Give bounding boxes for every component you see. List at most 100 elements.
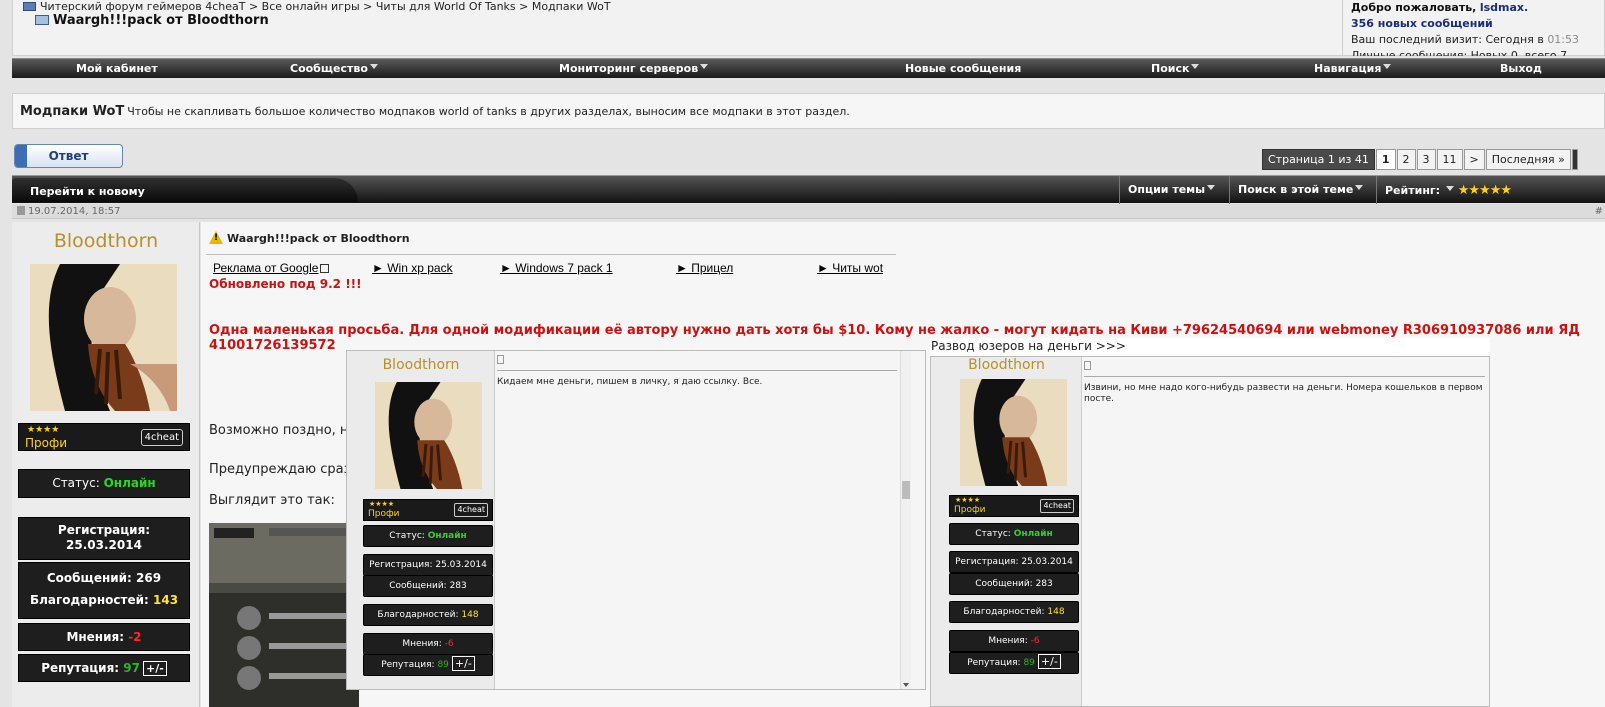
next-page-link[interactable]: > [1463,149,1485,170]
chevron-down-icon [1207,185,1216,190]
forum-icon [23,2,36,11]
welcome-text: Добро пожаловать, [1351,1,1477,14]
reputation-block: Репутация: 89 +/- [949,652,1079,674]
last-page-link[interactable]: Последняя » [1485,149,1571,170]
author-name[interactable]: Bloodthorn [12,230,200,252]
username-link[interactable]: lsdmax. [1480,1,1528,14]
scroll-thumb[interactable] [902,481,910,499]
nav-my-cabinet[interactable]: Мой кабинет [76,62,158,75]
page-title: Waargh!!!pack от Bloodthorn [35,13,269,28]
author-name[interactable]: Bloodthorn [347,357,495,373]
popup-post-body: Извини, но мне надо кого-нибудь развести… [1084,361,1485,405]
thread-toolbar: Перейти к новому Опции темы Поиск в этой… [12,175,1605,204]
popup-post-body: Кидаем мне деньги, пишем в личку, я даю … [497,355,897,388]
private-messages-link[interactable]: Личные сообщения: Новых 0, всего 7. [1351,48,1605,56]
rank-badge: ★★★★ Профи 4cheat [363,499,493,521]
scroll-down-icon[interactable] [903,683,909,687]
rating-menu[interactable]: Рейтинг: ★★★★★ [1376,176,1519,204]
registration-date: 25.03.2014 [66,538,142,552]
chevron-down-icon [700,64,709,69]
opinions-block: Мнения: -6 [363,633,493,655]
divider [206,254,896,255]
page-link-11[interactable]: 11 [1436,149,1463,170]
status-block: Статус: Онлайн [18,469,190,498]
forum-description-text: Чтобы не скапливать большое количество м… [127,105,850,118]
rank-title: Профи [25,436,68,450]
post-icon [497,355,504,364]
chevron-down-icon [1445,186,1454,191]
popup-author-column: Bloodthorn ★★★★ Профи 4cheat Статус: Онл… [931,357,1082,706]
post-permalink[interactable]: # [1595,204,1603,219]
avatar [375,382,482,489]
chevron-down-icon [369,64,378,69]
warning-icon [209,231,223,244]
external-link-icon [320,264,330,273]
google-ads-link[interactable]: Реклама от Google [213,261,330,275]
nav-search[interactable]: Поиск [1151,62,1200,75]
breadcrumb-text[interactable]: Читерский форум геймеров 4cheaT > Все он… [40,0,611,13]
post-date-bar: 19.07.2014, 18:57 # [12,204,1605,219]
status-block: Статус: Онлайн [949,523,1079,545]
rank-logo: 4cheat [140,429,183,446]
post-title: Waargh!!!pack от Bloodthorn [209,231,410,245]
reputation-button[interactable]: +/- [142,661,167,676]
nav-community[interactable]: Сообщество [290,62,378,75]
stats-block: Сообщений: 269 Благодарностей: 143 [18,562,190,619]
nav-server-monitoring[interactable]: Мониторинг серверов [559,62,709,75]
forum-description: Модпаки WoT Чтобы не скапливать большое к… [12,93,1605,129]
search-thread-menu[interactable]: Поиск в этой теме [1229,176,1371,204]
registration-block: Регистрация: 25.03.2014 [18,517,190,560]
reputation-value: 97 [123,661,140,675]
reputation-block: Репутация: 89 +/- [363,654,493,676]
breadcrumb[interactable]: Читерский форум геймеров 4cheaT > Все он… [23,0,611,13]
post-date: 19.07.2014, 18:57 [28,206,121,217]
opinions-block: Мнения: -2 [18,623,190,651]
new-messages-link[interactable]: 356 новых сообщений [1351,16,1605,32]
status-block: Статус: Онлайн [363,525,493,547]
game-screenshot[interactable] [209,523,359,707]
post-text-line: Выглядит это так: [209,493,335,508]
page-link-1[interactable]: 1 [1375,149,1396,170]
go-to-new-button[interactable]: Перейти к новому [12,178,358,202]
reply-button[interactable]: Ответ [14,144,123,168]
avatar [960,379,1067,486]
page-link-2[interactable]: 2 [1396,149,1416,170]
chevron-down-icon [1355,185,1364,190]
rank-stars-icon: ★★★★ [369,500,395,508]
chevron-down-icon [1383,64,1392,69]
post-icon [17,206,25,215]
opinions-block: Мнения: -6 [949,630,1079,652]
thanks-count: 143 [153,593,179,607]
ad-link-winxp[interactable]: ► Win xp pack [372,261,453,275]
popup-post-left: Bloodthorn ★★★★ Профи 4cheat Статус: Онл… [346,350,926,690]
author-name[interactable]: Bloodthorn [931,357,1082,373]
popup-post-text: Кидаем мне деньги, пишем в личку, я даю … [497,377,763,387]
avatar [30,264,177,411]
ad-link-win7[interactable]: ► Windows 7 pack 1 [500,261,613,275]
status-online: Онлайн [103,476,156,490]
user-welcome-box: Добро пожаловать, lsdmax. 356 новых сооб… [1342,0,1605,56]
rank-stars-icon: ★★★★ [27,425,60,435]
update-notice: Обновлено под 9.2 !!! [209,277,362,291]
post-text-line: Предупреждаю сразу [209,462,359,477]
nav-new-messages[interactable]: Новые сообщения [905,62,1021,75]
chevron-down-icon [1191,64,1200,69]
popup-post-right: Bloodthorn ★★★★ Профи 4cheat Статус: Онл… [930,356,1490,707]
ad-link-cheats[interactable]: ► Читы wot [817,261,883,275]
page-link-3[interactable]: 3 [1416,149,1436,170]
ad-link-crosshair[interactable]: ► Прицел [676,261,733,275]
rating-stars-icon: ★★★★★ [1457,183,1512,198]
thread-icon [35,15,49,25]
rank-badge: ★★★★ Профи 4cheat [18,423,190,451]
post-author-column: Bloodthorn ★★★★ Профи 4cheat Статус: Онл… [12,222,200,707]
nav-logout[interactable]: Выход [1500,62,1542,75]
registration-block: Регистрация: 25.03.2014 [949,551,1079,573]
thread-title-text: Waargh!!!pack от Bloodthorn [53,13,269,28]
popup-author-column: Bloodthorn ★★★★ Профи 4cheat Статус: Онл… [347,351,495,689]
header: Читерский форум геймеров 4cheaT > Все он… [12,0,1605,56]
scrollbar[interactable] [900,351,911,689]
reputation-block: Репутация: 97 +/- [18,654,190,682]
nav-navigation[interactable]: Навигация [1314,62,1392,75]
registration-block: Регистрация: 25.03.2014 [363,554,493,576]
thread-options-menu[interactable]: Опции темы [1119,176,1223,204]
